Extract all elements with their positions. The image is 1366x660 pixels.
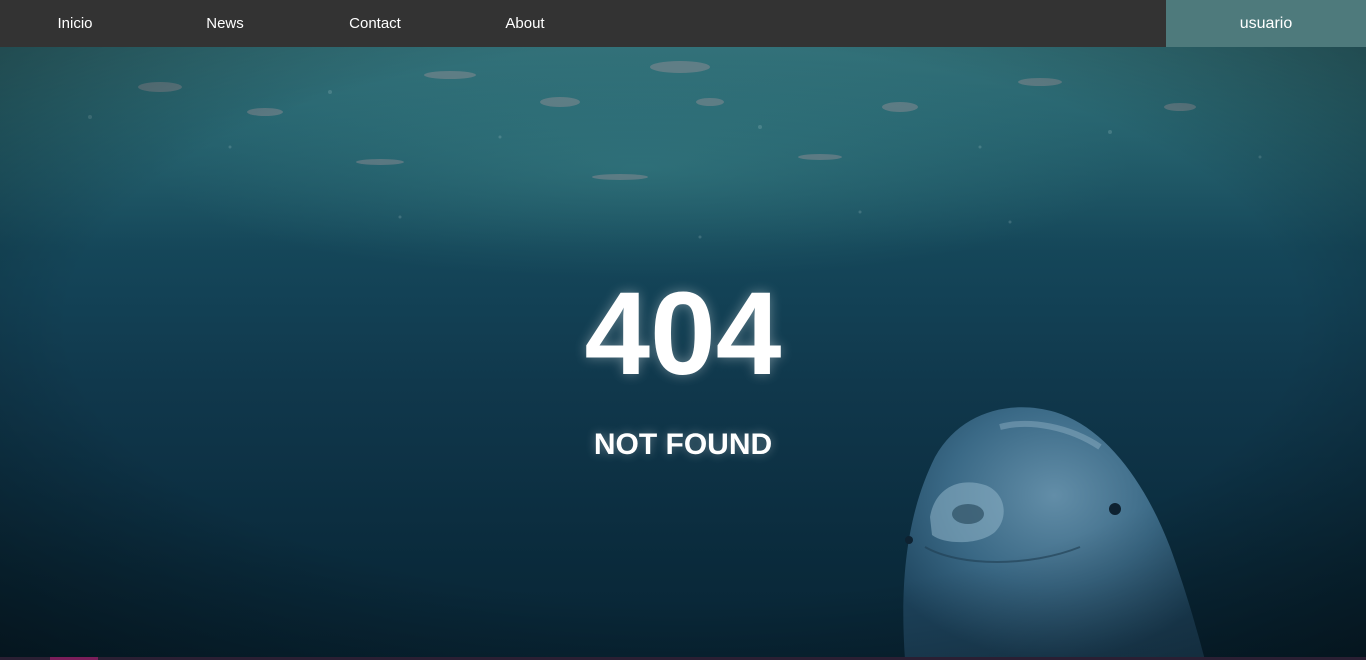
user-menu-button[interactable]: usuario (1166, 0, 1366, 47)
nav-link-news[interactable]: News (150, 0, 300, 47)
hero-background: 404 NOT FOUND (0, 47, 1366, 660)
top-navbar: Inicio News Contact About usuario (0, 0, 1366, 47)
nav-link-inicio[interactable]: Inicio (0, 0, 150, 47)
error-message: NOT FOUND (593, 428, 773, 461)
error-code: 404 (584, 268, 782, 400)
nav-link-contact[interactable]: Contact (300, 0, 450, 47)
nav-link-about[interactable]: About (450, 0, 600, 47)
